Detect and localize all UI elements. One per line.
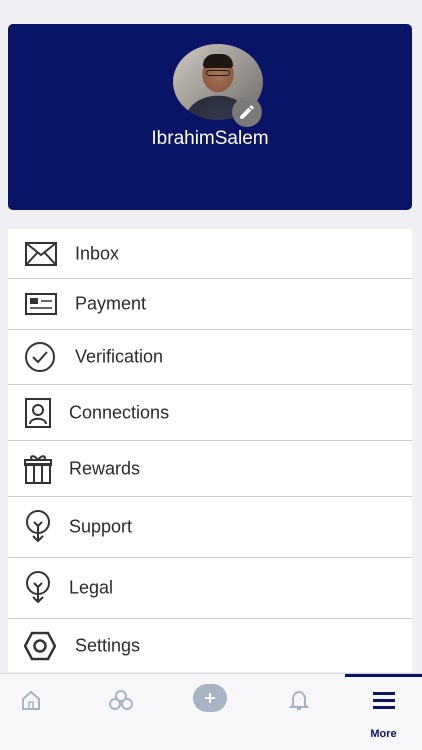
bottom-tab-bar: More: [0, 673, 422, 750]
tab-circles[interactable]: [90, 674, 152, 750]
menu-item-label: Inbox: [75, 243, 120, 263]
profile-name: IbrahimSalem: [151, 128, 269, 149]
menu-item-rewards[interactable]: Rewards: [8, 441, 412, 497]
menu-item-label: Settings: [75, 635, 141, 655]
lightbulb-icon: [21, 571, 55, 605]
more-menu: Inbox Payment Verification Connections R…: [8, 229, 412, 672]
id-card-icon: [24, 287, 58, 321]
circles-icon: [108, 687, 134, 713]
menu-item-payment[interactable]: Payment: [8, 279, 412, 330]
menu-item-inbox[interactable]: Inbox: [8, 229, 412, 279]
avatar-glasses: [206, 70, 230, 76]
menu-item-support[interactable]: Support: [8, 497, 412, 558]
avatar-hair: [203, 54, 233, 68]
menu-item-label: Verification: [75, 346, 164, 367]
tab-home[interactable]: [0, 674, 62, 750]
gift-icon: [21, 452, 55, 486]
menu-icon: [371, 687, 397, 713]
hexagon-gear-icon: [23, 629, 57, 663]
envelope-icon: [24, 237, 58, 271]
menu-item-label: Connections: [69, 402, 170, 422]
pencil-icon: [240, 105, 254, 119]
profile-header: IbrahimSalem: [8, 24, 412, 210]
check-circle-icon: [23, 340, 57, 374]
more-screen: IbrahimSalem Inbox Payment Verification …: [0, 0, 422, 750]
plus-icon: [193, 684, 227, 712]
menu-item-connections[interactable]: Connections: [8, 385, 412, 441]
tab-more[interactable]: More: [345, 674, 422, 750]
menu-item-label: Payment: [75, 293, 147, 314]
tab-label: More: [370, 728, 397, 740]
lightbulb-icon: [21, 510, 55, 544]
menu-item-legal[interactable]: Legal: [8, 558, 412, 619]
edit-avatar-button[interactable]: [232, 97, 262, 127]
tab-add[interactable]: [179, 674, 241, 750]
menu-item-settings[interactable]: Settings: [8, 619, 412, 672]
menu-item-label: Support: [69, 516, 133, 537]
menu-item-label: Rewards: [69, 458, 141, 478]
tab-notifications[interactable]: [268, 674, 330, 750]
menu-item-verification[interactable]: Verification: [8, 330, 412, 385]
contact-badge-icon: [21, 396, 55, 430]
bell-icon: [286, 687, 312, 713]
home-icon: [18, 687, 44, 713]
menu-item-label: Legal: [69, 577, 114, 598]
